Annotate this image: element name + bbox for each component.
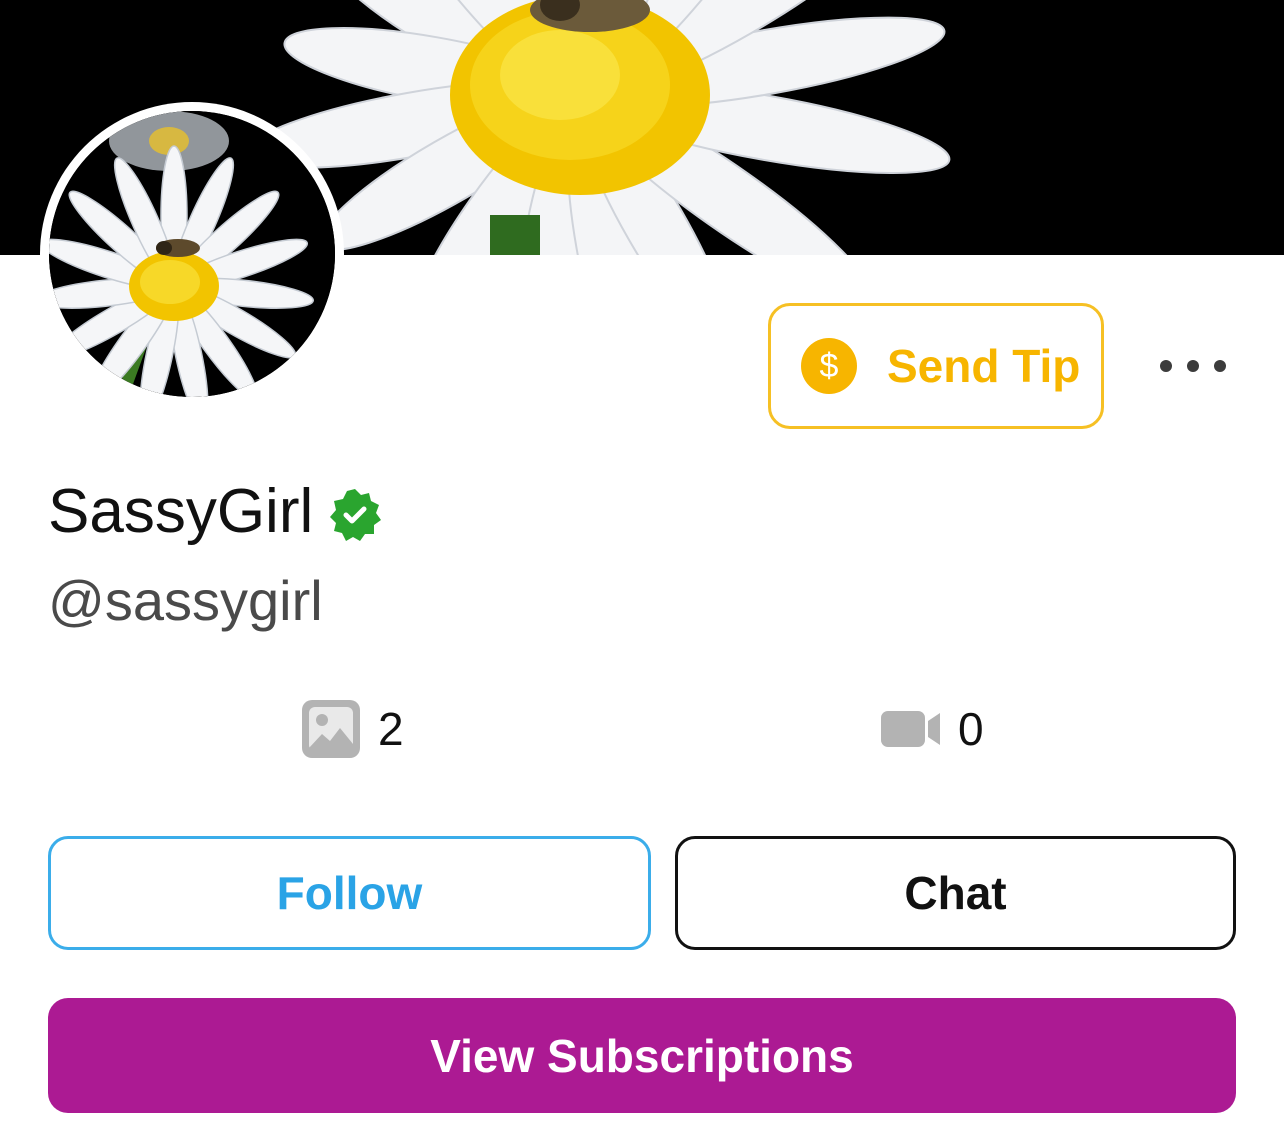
more-dot [1214,360,1226,372]
send-tip-button[interactable]: $ Send Tip [768,303,1104,429]
send-tip-label: Send Tip [887,340,1081,392]
avatar-image [49,111,335,397]
video-camera-icon [881,711,940,747]
videos-count: 0 [958,703,984,755]
display-name-row: SassyGirl [48,476,383,547]
profile-page: $ Send Tip SassyGirl @sassygirl 2 0 Foll… [0,0,1284,1146]
coin-symbol: $ [819,346,839,385]
dollar-coin-icon: $ [801,338,857,394]
image-icon [302,700,360,758]
follow-button[interactable]: Follow [48,836,651,950]
ellipsis-icon[interactable] [1160,350,1226,382]
verified-badge-icon [330,488,382,541]
user-handle: @sassygirl [48,569,323,632]
more-dot [1187,360,1199,372]
display-name: SassyGirl [48,477,314,546]
more-dot [1160,360,1172,372]
videos-count-stat[interactable]: 0 [880,696,984,762]
view-subscriptions-button[interactable]: View Subscriptions [48,998,1236,1113]
avatar[interactable] [40,102,344,406]
photos-count: 2 [378,703,404,755]
chat-button[interactable]: Chat [675,836,1236,950]
photos-count-stat[interactable]: 2 [300,696,404,762]
